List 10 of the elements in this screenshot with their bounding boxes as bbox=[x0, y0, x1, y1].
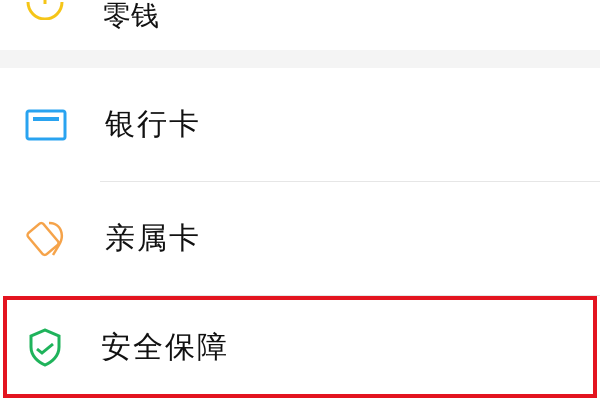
menu-row[interactable]: 安全保障 bbox=[3, 296, 597, 398]
shield-icon bbox=[27, 327, 63, 367]
menu-row[interactable]: 亲属卡 bbox=[0, 182, 600, 295]
row-label: 零钱 bbox=[103, 0, 159, 32]
row-label: 亲属卡 bbox=[105, 220, 201, 258]
coin-icon bbox=[25, 0, 65, 20]
menu-row[interactable]: 银行卡 bbox=[0, 68, 600, 181]
card-icon bbox=[25, 108, 67, 140]
row-label: 银行卡 bbox=[105, 106, 201, 144]
row-label: 安全保障 bbox=[101, 328, 229, 366]
